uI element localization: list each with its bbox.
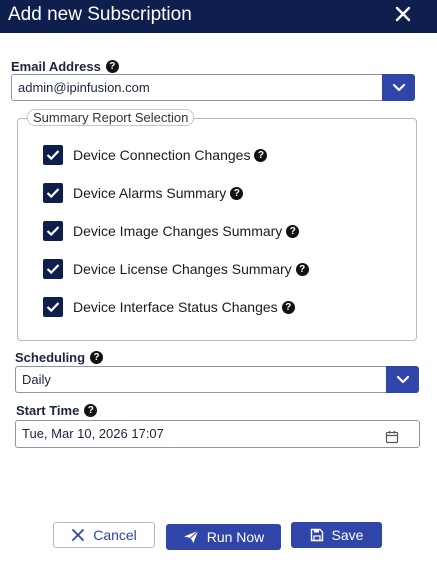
close-icon <box>72 529 85 541</box>
checkbox-label: Device License Changes Summary <box>73 261 292 277</box>
scheduling-select[interactable]: Daily <box>15 366 389 393</box>
checkbox-device-interface-status-changes: Device Interface Status Changes ? <box>43 297 295 317</box>
summary-report-legend: Summary Report Selection <box>27 109 195 126</box>
scheduling-label-row: Scheduling ? <box>15 350 104 365</box>
checkbox[interactable] <box>43 145 63 165</box>
check-icon <box>46 264 60 275</box>
run-now-button-label: Run Now <box>206 529 265 545</box>
start-time-input[interactable]: Tue, Mar 10, 2026 17:07 <box>15 420 420 448</box>
help-icon[interactable]: ? <box>281 300 295 314</box>
save-button[interactable]: Save <box>291 522 382 548</box>
help-icon[interactable]: ? <box>286 224 300 238</box>
cancel-button-label: Cancel <box>93 527 137 543</box>
checkbox-label: Device Connection Changes <box>73 147 251 163</box>
check-icon <box>46 150 60 161</box>
email-dropdown-button[interactable] <box>382 74 415 101</box>
start-time-label-row: Start Time ? <box>16 403 98 418</box>
checkbox-label: Device Interface Status Changes <box>73 299 278 315</box>
checkbox[interactable] <box>43 221 63 241</box>
email-label-row: Email Address ? <box>11 59 119 74</box>
email-label: Email Address <box>11 59 101 74</box>
help-icon[interactable]: ? <box>254 148 268 162</box>
chevron-down-icon <box>396 375 409 383</box>
checkbox-label: Device Image Changes Summary <box>73 223 283 239</box>
checkbox[interactable] <box>43 183 63 203</box>
chevron-down-icon <box>392 83 405 91</box>
help-icon[interactable]: ? <box>295 262 309 276</box>
send-icon <box>183 530 199 543</box>
checkbox[interactable] <box>43 259 63 279</box>
checkbox-device-license-changes-summary: Device License Changes Summary ? <box>43 259 309 279</box>
calendar-icon[interactable] <box>385 427 399 444</box>
dialog-header: Add new Subscription <box>0 0 437 33</box>
email-field[interactable]: admin@ipinfusion.com <box>11 74 385 101</box>
checkbox-device-alarms-summary: Device Alarms Summary ? <box>43 183 244 203</box>
help-icon[interactable]: ? <box>84 404 98 417</box>
cancel-button[interactable]: Cancel <box>53 522 155 548</box>
start-time-label: Start Time <box>16 403 80 418</box>
check-icon <box>46 188 60 199</box>
start-time-value: Tue, Mar 10, 2026 17:07 <box>22 426 164 441</box>
scheduling-dropdown-button[interactable] <box>386 366 419 393</box>
checkbox[interactable] <box>43 297 63 317</box>
check-icon <box>46 226 60 237</box>
close-icon[interactable] <box>393 4 413 24</box>
dialog-title: Add new Subscription <box>8 4 192 25</box>
help-icon[interactable]: ? <box>105 60 119 73</box>
save-button-label: Save <box>331 527 364 543</box>
check-icon <box>46 302 60 313</box>
checkbox-label: Device Alarms Summary <box>73 185 227 201</box>
checkbox-device-connection-changes: Device Connection Changes ? <box>43 145 268 165</box>
save-icon <box>310 528 323 542</box>
checkbox-device-image-changes-summary: Device Image Changes Summary ? <box>43 221 300 241</box>
run-now-button[interactable]: Run Now <box>166 524 281 550</box>
help-icon[interactable]: ? <box>90 351 104 364</box>
help-icon[interactable]: ? <box>230 186 244 200</box>
scheduling-label: Scheduling <box>15 350 86 365</box>
